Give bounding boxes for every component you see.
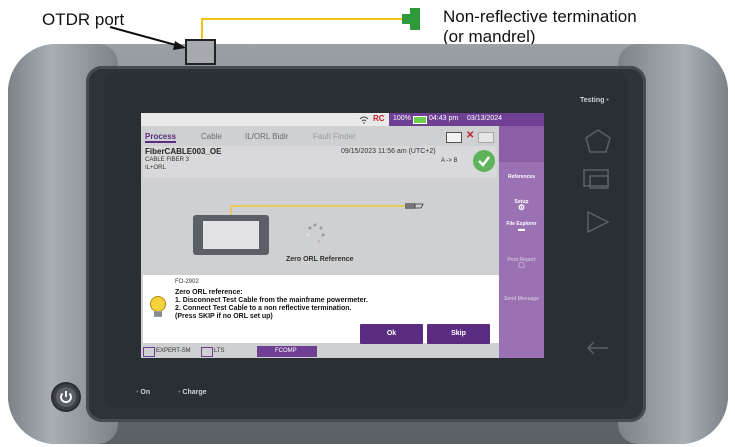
windows-hw-icon [583,169,609,187]
info-header: FiberCABLE003_OE CABLE FIBER 3 IL+ORL 09… [143,146,497,178]
dialog-line4: (Press SKIP if no ORL set up) [175,313,273,320]
sidebar-top-block [499,126,544,162]
tab-cable[interactable]: Cable [201,132,222,141]
expert-sm-icon [143,347,155,357]
ok-button[interactable]: Ok [360,324,423,344]
test-datetime: 09/15/2023 11:56 am (UTC+2) [341,148,436,155]
sidebar-item-file-explorer[interactable]: File Explorer ▬ [500,221,543,233]
direction-label: A -> B [441,158,458,164]
battery-percent: 100% [393,115,411,122]
expert-sm-label[interactable]: EXPERT-SM [156,348,191,354]
status-time: 04:43 pm [429,115,459,122]
rc-icon: RC [373,114,385,123]
wifi-icon [359,116,369,124]
zero-orl-dialog: FO-2902 Zero ORL reference: 1. Disconnec… [143,275,499,344]
fiber-line [201,18,402,42]
power-icon [56,387,76,407]
skip-button[interactable]: Skip [427,324,490,344]
tab-fault-finder[interactable]: Fault Finder [313,132,356,141]
otdr-arrow-line [109,26,184,48]
tab-il-orl-bidir[interactable]: IL/ORL Bidir [245,132,288,141]
testing-label: Testing • [580,97,609,104]
cable-subtitle: CABLE FIBER 3 [145,157,190,163]
lts-icon [201,347,213,357]
sidebar: References Setup ⚙ File Explorer ▬ Post … [499,126,544,358]
diagram-fiber [230,205,405,215]
diagram-termination [405,203,415,209]
lts-label[interactable]: LTS [214,348,225,354]
dialog-line3: 2. Connect Test Cable to a non reflectiv… [175,305,352,312]
termination-cap-body [410,8,420,30]
test-type: IL+ORL [145,165,166,171]
close-icon[interactable]: ✕ [466,130,474,141]
hardware-buttons [583,129,611,355]
zero-orl-label: Zero ORL Reference [286,256,354,263]
loading-spinner-icon [306,223,325,243]
otdr-port-connector [185,39,216,65]
dialog-code: FO-2902 [175,279,199,285]
on-indicator: • On [136,389,151,396]
tab-process[interactable]: Process [145,132,177,143]
window-icon[interactable] [446,132,462,143]
screen: RC 100% 04:43 pm 03/13/2024 Process Cabl… [141,113,544,358]
callout-graphics [109,8,420,65]
fcomp-label: FCOMP [275,348,297,354]
dialog-line2: 1. Disconnect Test Cable from the mainfr… [175,297,368,304]
disabled-window-icon [478,132,494,143]
cable-title: FiberCABLE003_OE [145,147,222,156]
home-hw-icon [585,129,611,153]
check-icon [473,150,495,172]
play-hw-icon [587,210,610,234]
sidebar-item-references[interactable]: References [500,174,543,180]
report-icon: ▢ [518,262,525,269]
gear-icon: ⚙ [517,203,526,212]
battery-icon [413,116,427,124]
bottom-bar: EXPERT-SM LTS FCOMP [141,346,499,358]
status-bar: RC 100% 04:43 pm 03/13/2024 [141,113,544,126]
power-button[interactable] [53,384,79,410]
otdr-arrow-head [173,41,186,50]
dialog-line1: Zero ORL reference: [175,289,243,296]
sidebar-item-setup[interactable]: Setup ⚙ [500,199,543,212]
lightbulb-icon [150,296,166,317]
folder-icon: ▬ [518,226,525,233]
sidebar-item-send-message: Send Message [504,296,539,302]
status-date: 03/13/2024 [467,115,503,122]
charge-indicator: • Charge [178,389,207,396]
sidebar-item-post-report: Post Report ▢ [500,257,543,269]
